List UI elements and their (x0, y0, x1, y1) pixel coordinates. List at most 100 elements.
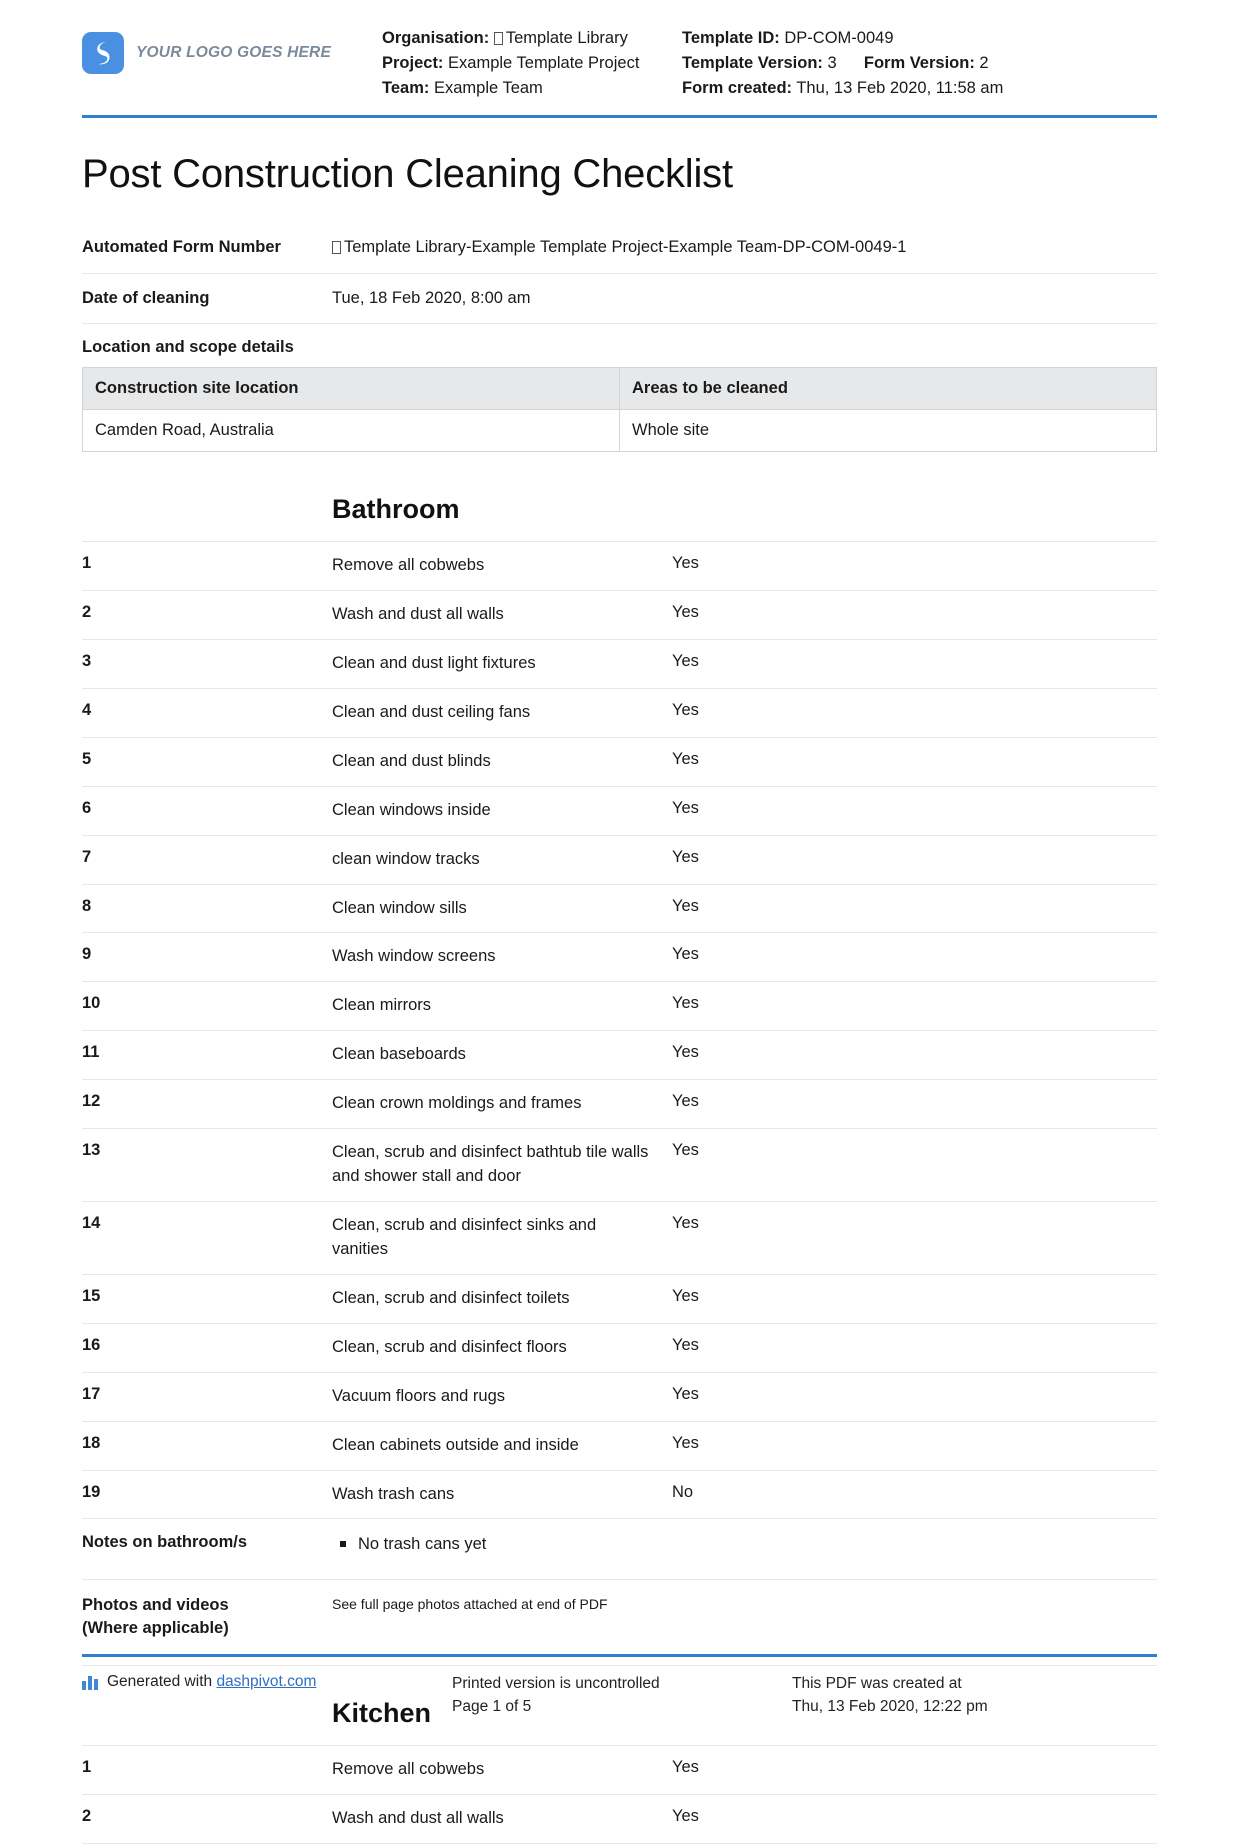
list-item: 15 Clean, scrub and disinfect toilets Ye… (82, 1275, 1157, 1324)
item-answer: Yes (672, 1141, 699, 1160)
document-header: YOUR LOGO GOES HERE Organisation: Templa… (82, 0, 1157, 119)
item-answer: Yes (672, 700, 699, 719)
list-item: 14 Clean, scrub and disinfect sinks and … (82, 1202, 1157, 1275)
item-task: Clean window sills (332, 898, 467, 917)
automated-form-number-value: Template Library-Example Template Projec… (344, 238, 907, 257)
form-created-label: Form created: (682, 79, 793, 98)
list-item: 18 Clean cabinets outside and inside Yes (82, 1422, 1157, 1471)
item-answer: Yes (672, 1758, 699, 1777)
item-task: Clean and dust ceiling fans (332, 702, 531, 721)
photos-label-line1: Photos and videos (82, 1595, 229, 1614)
item-task: Remove all cobwebs (332, 556, 485, 575)
section-heading-bathroom: Bathroom (332, 494, 460, 525)
item-answer: Yes (672, 945, 699, 964)
table-row: Camden Road, Australia Whole site (82, 409, 1157, 453)
template-id-value: DP-COM-0049 (784, 29, 894, 47)
cell-construction-site-location: Camden Road, Australia (82, 409, 620, 453)
item-answer: Yes (672, 1286, 699, 1305)
item-task: Clean windows inside (332, 800, 491, 819)
team-value: Example Team (433, 79, 543, 98)
item-task: Wash trash cans (332, 1484, 455, 1503)
list-item: 1 Remove all cobwebs Yes (82, 1745, 1157, 1796)
column-header-areas-to-be-cleaned: Areas to be cleaned (619, 367, 1157, 411)
item-answer: Yes (672, 554, 699, 573)
version-line: Template Version: 3 Form Version: 2 (682, 51, 1157, 76)
project-value: Example Template Project (448, 54, 640, 73)
list-item: 16 Clean, scrub and disinfect floors Yes (82, 1324, 1157, 1373)
item-answer: Yes (672, 603, 699, 621)
item-answer: Yes (672, 798, 699, 817)
date-of-cleaning-label: Date of cleaning (82, 288, 210, 307)
organisation-value: Template Library (505, 29, 628, 47)
item-answer: Yes (672, 896, 699, 915)
automated-form-number-label: Automated Form Number (82, 238, 281, 257)
item-task: Wash window screens (332, 947, 496, 966)
item-task: Clean baseboards (332, 1045, 466, 1064)
list-item: 10 Clean mirrors Yes (82, 982, 1157, 1032)
project-line: Project: Example Template Project (382, 51, 682, 76)
list-item: 17 Vacuum floors and rugs Yes (82, 1373, 1157, 1422)
page-title: Post Construction Cleaning Checklist (82, 152, 733, 197)
item-number: 4 (82, 700, 92, 719)
missing-glyph-icon (493, 32, 503, 45)
item-answer: Yes (672, 651, 699, 670)
template-version-label: Template Version: (682, 54, 823, 73)
item-task: clean window tracks (332, 849, 480, 868)
team-label: Team: (382, 79, 430, 98)
bar-chart-icon (82, 1675, 98, 1691)
template-id-line: Template ID: DP-COM-0049 (682, 26, 1157, 51)
cell-areas-to-be-cleaned: Whole site (619, 409, 1157, 453)
item-number: 8 (82, 896, 92, 915)
location-scope-label: Location and scope details (82, 338, 294, 357)
organisation-line: Organisation: Template Library (382, 26, 682, 51)
item-answer: Yes (672, 1433, 699, 1452)
item-task: Clean, scrub and disinfect bathtub tile … (332, 1143, 649, 1186)
footer-generated-with: Generated with dashpivot.com (82, 1673, 452, 1718)
notes-body: No trash cans yet (332, 1533, 1157, 1556)
notes-list: No trash cans yet (332, 1533, 1157, 1556)
item-answer: Yes (672, 847, 699, 866)
item-number: 12 (82, 1092, 101, 1111)
item-task: Clean cabinets outside and inside (332, 1435, 579, 1454)
item-number: 1 (82, 1758, 92, 1777)
dashpivot-link[interactable]: dashpivot.com (216, 1673, 316, 1691)
form-version-value: 2 (979, 54, 989, 73)
list-item: 1 Remove all cobwebs Yes (82, 541, 1157, 591)
item-answer: Yes (672, 1213, 699, 1232)
list-item: 11 Clean baseboards Yes (82, 1031, 1157, 1081)
list-item: 19 Wash trash cans No (82, 1471, 1157, 1520)
logo-text: YOUR LOGO GOES HERE (136, 44, 331, 61)
item-number: 2 (82, 1807, 92, 1826)
automated-form-number-value-wrap: Template Library-Example Template Projec… (332, 236, 1157, 259)
item-task: Clean crown moldings and frames (332, 1094, 582, 1113)
organisation-label: Organisation: (382, 29, 490, 47)
header-meta-left: Organisation: Template Library Project: … (382, 22, 682, 101)
project-label: Project: (382, 54, 444, 73)
list-item: 7 clean window tracks Yes (82, 836, 1157, 885)
item-answer: Yes (672, 1807, 699, 1826)
item-task: Clean, scrub and disinfect sinks and van… (332, 1215, 597, 1258)
logo-block: YOUR LOGO GOES HERE (82, 22, 382, 74)
table-header-row: Construction site location Areas to be c… (82, 367, 1157, 411)
item-task: Clean and dust light fixtures (332, 653, 536, 672)
item-number: 15 (82, 1286, 101, 1305)
item-answer: Yes (672, 1335, 699, 1354)
item-number: 17 (82, 1384, 101, 1403)
item-number: 16 (82, 1335, 101, 1354)
footer-created-block: This PDF was created at Thu, 13 Feb 2020… (792, 1673, 1157, 1718)
item-number: 7 (82, 847, 92, 866)
photos-label: Photos and videos (Where applicable) (82, 1594, 332, 1642)
form-version-label: Form Version: (863, 54, 975, 73)
list-item: 13 Clean, scrub and disinfect bathtub ti… (82, 1129, 1157, 1202)
item-task: Clean mirrors (332, 996, 432, 1015)
photos-value: See full page photos attached at end of … (332, 1595, 608, 1612)
item-task: Remove all cobwebs (332, 1760, 485, 1779)
item-number: 5 (82, 749, 92, 768)
form-created-value: Thu, 13 Feb 2020, 11:58 am (796, 79, 1004, 98)
item-number: 6 (82, 798, 92, 817)
item-task: Clean, scrub and disinfect toilets (332, 1288, 570, 1307)
list-item: 3 Clean and dust light fixtures Yes (82, 640, 1157, 689)
item-answer: Yes (672, 749, 699, 768)
item-answer: Yes (672, 1043, 699, 1062)
item-number: 10 (82, 994, 101, 1013)
